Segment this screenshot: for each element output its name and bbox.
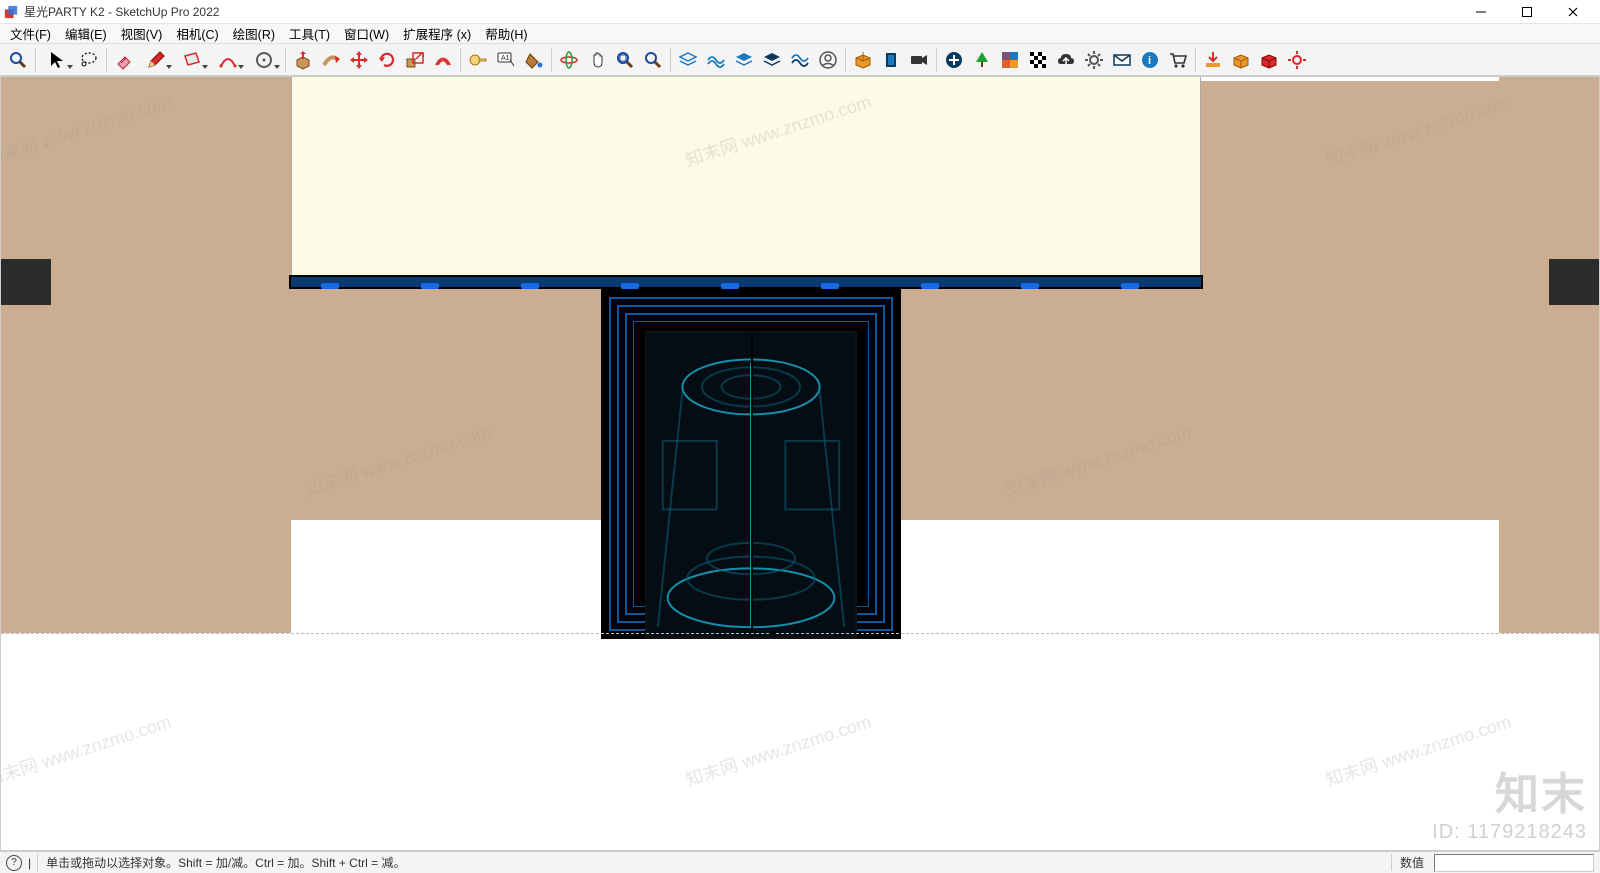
minimize-button[interactable] (1458, 0, 1504, 24)
measurement-input[interactable] (1434, 854, 1594, 872)
measurement-label: 数值 (1391, 854, 1428, 871)
help-icon[interactable]: ? (6, 855, 22, 871)
paint-bucket-icon[interactable] (520, 46, 548, 74)
viewport[interactable]: 场景 (0, 76, 1600, 851)
toolbar-separator (670, 48, 671, 72)
ext-tree-icon[interactable] (968, 46, 996, 74)
statusbar: ? | 单击或拖动以选择对象。Shift = 加/减。Ctrl = 加。Shif… (0, 851, 1600, 873)
origin-point (771, 631, 775, 635)
ext-box2-icon[interactable] (1227, 46, 1255, 74)
window-title: 星光PARTY K2 - SketchUp Pro 2022 (24, 3, 1458, 20)
toolbar-separator (551, 48, 552, 72)
zoom-extents-icon[interactable] (611, 46, 639, 74)
window-controls (1458, 0, 1596, 24)
ext-mail-icon[interactable] (1108, 46, 1136, 74)
ext-palette-icon[interactable] (996, 46, 1024, 74)
menu-extensions[interactable]: 扩展程序 (x) (397, 22, 477, 45)
toolbar-separator (35, 48, 36, 72)
rectangle-icon[interactable] (174, 46, 210, 74)
pencil-icon[interactable] (138, 46, 174, 74)
horizon-line (1, 633, 1599, 634)
ext-add-circle-icon[interactable] (940, 46, 968, 74)
zoom-window-icon[interactable] (639, 46, 667, 74)
rotate-icon[interactable] (373, 46, 401, 74)
model-strip-left (1, 259, 51, 305)
menu-window[interactable]: 窗口(W) (338, 22, 395, 45)
ext-box-open-icon[interactable] (849, 46, 877, 74)
offset-icon[interactable] (429, 46, 457, 74)
ext-export-down-icon[interactable] (1199, 46, 1227, 74)
toolbar-separator (460, 48, 461, 72)
menu-tools[interactable]: 工具(T) (283, 22, 336, 45)
status-hint: 单击或拖动以选择对象。Shift = 加/减。Ctrl = 加。Shift + … (37, 854, 1385, 871)
menu-help[interactable]: 帮助(H) (479, 22, 533, 45)
ext-cart-icon[interactable] (1164, 46, 1192, 74)
ext-gear-icon[interactable] (1080, 46, 1108, 74)
watermark-text: 知末网 www.znzmo.com (1, 708, 174, 793)
model-strip-right (1549, 259, 1599, 305)
follow-me-icon[interactable] (317, 46, 345, 74)
circle-icon[interactable] (246, 46, 282, 74)
pan-icon[interactable] (583, 46, 611, 74)
menu-file[interactable]: 文件(F) (4, 22, 57, 45)
selection-lasso-icon[interactable] (75, 46, 103, 74)
menu-edit[interactable]: 编辑(E) (59, 22, 113, 45)
ext-stack-icon[interactable] (730, 46, 758, 74)
watermark-id: ID: 1179218243 (1432, 821, 1587, 844)
toolbar-separator (285, 48, 286, 72)
push-pull-icon[interactable] (289, 46, 317, 74)
toolbar-separator (936, 48, 937, 72)
toolbar-separator (845, 48, 846, 72)
menu-draw[interactable]: 绘图(R) (227, 22, 281, 45)
ext-user-icon[interactable] (814, 46, 842, 74)
text-icon[interactable]: A1 (492, 46, 520, 74)
ext-info-icon[interactable]: i (1136, 46, 1164, 74)
select-icon[interactable] (39, 46, 75, 74)
ext-cloud-up-icon[interactable] (1052, 46, 1080, 74)
magnifier-icon[interactable] (4, 46, 32, 74)
model-wall-right (1499, 77, 1599, 633)
eraser-icon[interactable] (110, 46, 138, 74)
status-separator: | (28, 856, 31, 870)
ext-stack-dark-icon[interactable] (758, 46, 786, 74)
tape-measure-icon[interactable] (464, 46, 492, 74)
watermark-text: 知末网 www.znzmo.com (682, 708, 875, 793)
ext-box-red-icon[interactable] (1255, 46, 1283, 74)
ext-camera-icon[interactable] (905, 46, 933, 74)
watermark-text: 知末网 www.znzmo.com (1322, 708, 1515, 793)
app-icon (4, 5, 18, 19)
orbit-icon[interactable] (555, 46, 583, 74)
toolbar: A1 i (0, 44, 1600, 76)
maximize-button[interactable] (1504, 0, 1550, 24)
model-wall-left (1, 77, 291, 633)
model-beam (289, 275, 1203, 289)
scale-icon[interactable] (401, 46, 429, 74)
model-signboard (291, 77, 1201, 279)
ext-checker-icon[interactable] (1024, 46, 1052, 74)
watermark-logo: 知末 (1495, 758, 1587, 822)
model-canvas: 知末网 www.znzmo.com 知末网 www.znzmo.com 知末网 … (1, 77, 1599, 850)
model-door-glass (645, 331, 857, 639)
ext-door-icon[interactable] (877, 46, 905, 74)
model-door-portal (601, 289, 901, 639)
titlebar: 星光PARTY K2 - SketchUp Pro 2022 (0, 0, 1600, 24)
menu-view[interactable]: 视图(V) (115, 22, 169, 45)
ext-wave2-icon[interactable] (786, 46, 814, 74)
svg-text:A1: A1 (501, 55, 510, 62)
svg-text:i: i (1148, 55, 1151, 67)
ext-wave-icon[interactable] (702, 46, 730, 74)
move-icon[interactable] (345, 46, 373, 74)
toolbar-separator (1195, 48, 1196, 72)
menu-camera[interactable]: 相机(C) (170, 22, 224, 45)
ext-layers-icon[interactable] (674, 46, 702, 74)
ext-gear2-icon[interactable] (1283, 46, 1311, 74)
menubar: 文件(F) 编辑(E) 视图(V) 相机(C) 绘图(R) 工具(T) 窗口(W… (0, 24, 1600, 44)
toolbar-separator (106, 48, 107, 72)
arc-icon[interactable] (210, 46, 246, 74)
close-button[interactable] (1550, 0, 1596, 24)
